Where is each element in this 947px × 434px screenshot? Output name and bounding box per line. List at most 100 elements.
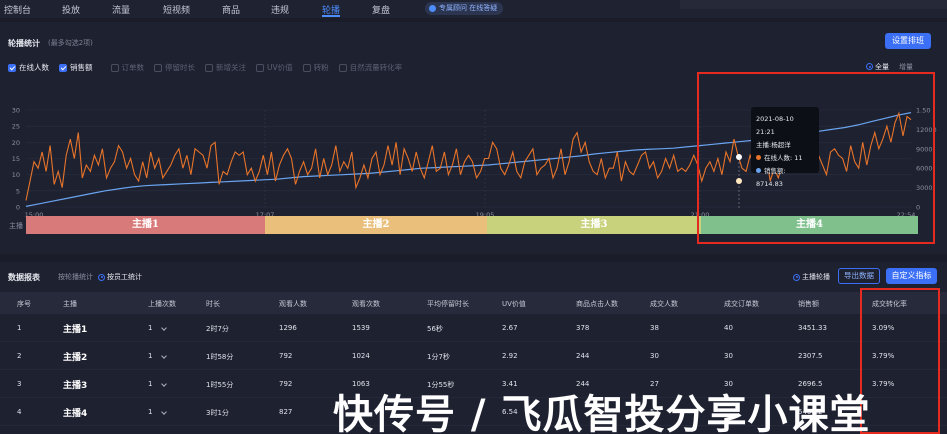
tab-ads[interactable]: 投放	[62, 3, 80, 16]
chevron-down-icon[interactable]	[161, 325, 167, 331]
segment-host-3[interactable]: 主播3	[487, 216, 701, 234]
cell-host: 主播2	[63, 353, 88, 363]
option-by-carousel[interactable]: 按轮播统计	[58, 272, 93, 282]
cell-views: 1063	[352, 380, 370, 388]
col-buyers[interactable]: 成交人数	[650, 299, 678, 309]
cell-viewers: 1296	[279, 324, 297, 332]
y-left-tick-label: 10	[12, 171, 20, 179]
cell-orders: 30	[724, 380, 733, 388]
checkbox-icon	[154, 63, 162, 72]
checkbox-icon	[205, 63, 213, 72]
metric-label: UV价值	[267, 63, 293, 72]
segment-host-2[interactable]: 主播2	[265, 216, 487, 234]
cell-host: 主播4	[63, 409, 88, 419]
cell-sessions[interactable]: 1	[148, 408, 152, 416]
option-by-employee[interactable]: 按员工统计	[98, 272, 142, 282]
cell-duration: 1时55分	[206, 381, 234, 389]
col-sessions[interactable]: 上播次数	[148, 299, 176, 309]
metric-stay-duration[interactable]: 停留时长	[154, 62, 195, 73]
cell-index: 1	[17, 324, 22, 332]
cell-sales: 2307.5	[798, 352, 823, 360]
cell-sessions[interactable]: 1	[148, 324, 152, 332]
cell-sessions[interactable]: 1	[148, 380, 152, 388]
cell-sales: 2696.5	[798, 380, 823, 388]
cell-views: 1539	[352, 324, 370, 332]
radio-full[interactable]: 全量	[866, 62, 889, 72]
col-uv-value[interactable]: UV价值	[502, 299, 526, 309]
checkbox-icon	[8, 63, 16, 72]
tab-review[interactable]: 复盘	[372, 3, 390, 16]
metric-label: 在线人数	[19, 63, 49, 72]
metric-orders[interactable]: 订单数	[110, 62, 144, 73]
col-views[interactable]: 观看次数	[352, 299, 380, 309]
col-sales[interactable]: 销售额	[798, 299, 819, 309]
metric-label: 新增关注	[216, 63, 246, 72]
metric-sales[interactable]: 销售额	[59, 62, 93, 73]
option-label: 按员工统计	[107, 273, 142, 281]
tab-short-video[interactable]: 短视频	[163, 3, 190, 16]
chevron-down-icon[interactable]	[161, 353, 167, 359]
metric-label: 自然流量转化率	[349, 63, 403, 72]
cell-avg-stay: 56秒	[427, 325, 443, 333]
cell-uv-value: 2.92	[502, 352, 518, 360]
data-report-panel: 数据报表 按轮播统计 按员工统计 主播轮播 导出数据 自定义指标 序号 主播 上…	[0, 262, 947, 434]
cell-sales: 5401.2	[798, 408, 823, 416]
cell-index: 4	[17, 408, 22, 416]
radio-label: 全量	[875, 63, 889, 71]
radio-increment[interactable]: 增量	[899, 62, 913, 72]
cell-host: 主播1	[63, 325, 88, 335]
y-left-tick-label: 5	[16, 187, 20, 195]
cell-viewers: 827	[279, 408, 293, 416]
metric-checkboxes: 在线人数 销售额 订单数 停留时长 新增关注 UV价值 转粉 自然流量转化率	[8, 62, 402, 73]
table-row: 2 主播2 1 1时58分 792 1024 1分7秒 2.92 244 30 30 2307.5 3.…	[0, 342, 947, 370]
checkbox-icon	[256, 63, 264, 72]
metric-online-users[interactable]: 在线人数	[8, 62, 49, 73]
col-orders[interactable]: 成交订单数	[724, 299, 759, 309]
y-left-tick-label: 20	[12, 139, 20, 147]
tab-console[interactable]: 控制台	[4, 3, 31, 16]
radio-label: 增量	[899, 63, 913, 71]
metric-natural-traffic-cvr[interactable]: 自然流量转化率	[338, 62, 403, 73]
checkbox-icon	[338, 63, 347, 72]
report-title: 数据报表	[8, 273, 40, 282]
cell-uv-value: 2.67	[502, 324, 518, 332]
export-data-button[interactable]: 导出数据	[838, 268, 880, 284]
metric-fan-conversion[interactable]: 转粉	[302, 62, 329, 73]
cell-duration: 3时1分	[206, 409, 229, 417]
advisor-pill[interactable]: 专属顾问 在线答疑	[425, 2, 504, 15]
cell-product-clicks: 378	[576, 324, 590, 332]
radio-icon	[866, 63, 873, 70]
advisor-icon	[429, 5, 436, 12]
view-mode-radios: 全量 增量	[866, 62, 913, 72]
col-viewers[interactable]: 观看人数	[279, 299, 307, 309]
cell-duration: 1时58分	[206, 353, 234, 361]
segment-host-1[interactable]: 主播1	[26, 216, 265, 234]
metric-uv-value[interactable]: UV价值	[256, 62, 293, 73]
col-host: 主播	[63, 300, 77, 308]
host-row-label: 主播	[9, 222, 23, 230]
cell-sessions[interactable]: 1	[148, 352, 152, 360]
y-left-tick-label: 25	[12, 123, 20, 131]
chevron-down-icon[interactable]	[161, 409, 167, 415]
tab-products[interactable]: 商品	[222, 3, 240, 16]
col-product-clicks[interactable]: 商品点击人数	[576, 299, 618, 309]
y-left-tick-label: 30	[12, 107, 20, 115]
custom-metrics-button[interactable]: 自定义指标	[886, 268, 937, 284]
col-duration[interactable]: 时长	[206, 299, 220, 309]
advisor-label: 专属顾问 在线答疑	[439, 4, 498, 12]
radio-icon	[98, 273, 105, 281]
cell-avg-stay: 1分55秒	[427, 381, 455, 389]
option-host-carousel[interactable]: 主播轮播	[793, 272, 830, 282]
tab-traffic[interactable]: 流量	[112, 3, 130, 16]
metric-new-follows[interactable]: 新增关注	[205, 62, 246, 73]
settings-schedule-button[interactable]: 设置排班	[885, 33, 931, 49]
y-left-tick-label: 15	[12, 155, 20, 163]
cell-duration: 2时7分	[206, 325, 229, 333]
tab-violations[interactable]: 违规	[271, 3, 289, 16]
checkbox-icon	[110, 63, 119, 72]
cell-avg-stay: 1分7秒	[427, 353, 450, 361]
col-avg-stay[interactable]: 平均停留时长	[427, 299, 469, 309]
table-header: 序号 主播 上播次数 时长 观看人数 观看次数 平均停留时长 UV价值 商品点击…	[0, 292, 947, 314]
cell-product-clicks: 244	[576, 380, 590, 388]
chevron-down-icon[interactable]	[161, 381, 167, 387]
